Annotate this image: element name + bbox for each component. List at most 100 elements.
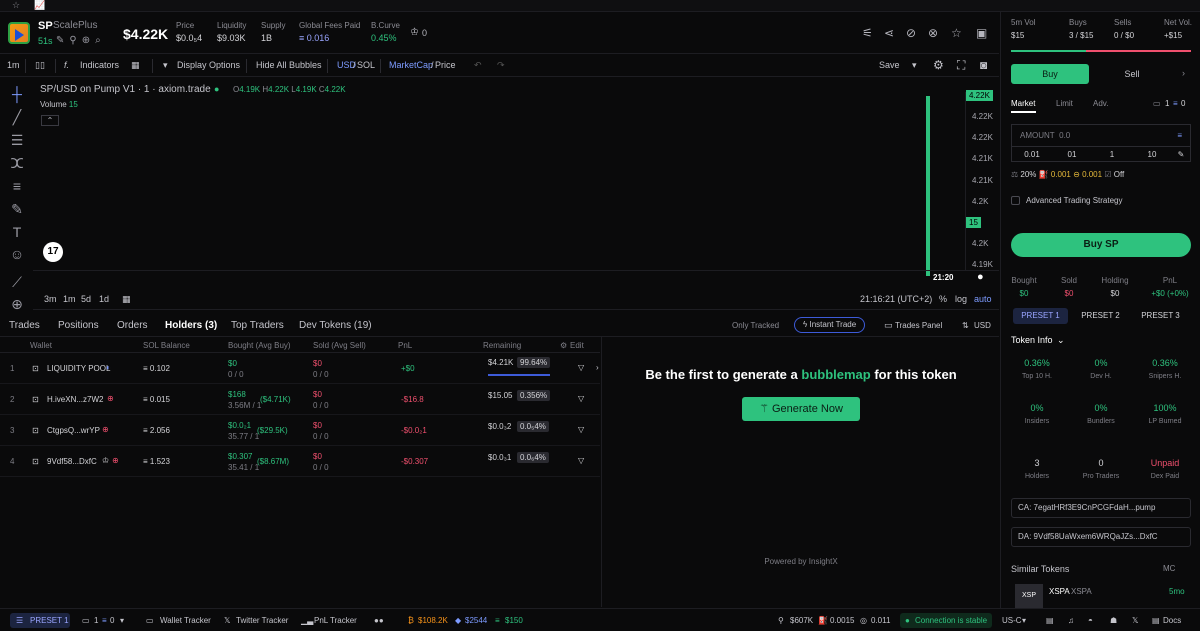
amount-input[interactable]: AMOUNT 0.0 ≡ bbox=[1011, 124, 1191, 146]
mc-sort[interactable]: MC bbox=[1163, 564, 1175, 573]
quick-amount-button[interactable]: 0.01 bbox=[1012, 150, 1052, 159]
hide-icon[interactable]: ⊘ bbox=[906, 26, 916, 40]
tab-trades[interactable]: Trades bbox=[9, 320, 40, 331]
trendline-icon[interactable]: ╱ bbox=[9, 109, 25, 126]
tab-limit[interactable]: Limit bbox=[1056, 99, 1073, 108]
interval-button[interactable]: 1m bbox=[7, 60, 20, 70]
auto-toggle[interactable]: auto bbox=[974, 294, 992, 304]
col-wallet[interactable]: Wallet bbox=[30, 341, 52, 350]
pnl-tracker-button[interactable]: PnL Tracker bbox=[314, 616, 357, 625]
filter-icon[interactable]: ▽ bbox=[578, 425, 584, 434]
swap-icon[interactable]: ⇅ bbox=[962, 321, 969, 330]
x-social-icon[interactable]: 𝕏 bbox=[1132, 616, 1138, 625]
pair-sol-toggle[interactable]: SOL bbox=[357, 60, 375, 70]
wallet-label[interactable]: H.iveXN...z7W2 bbox=[47, 395, 103, 404]
display-options-button[interactable]: Display Options bbox=[177, 60, 240, 70]
settings-dot-icon[interactable]: ● bbox=[977, 271, 984, 283]
instant-trade-button[interactable]: ϟ Instant Trade bbox=[794, 317, 866, 333]
buy-sp-button[interactable]: Buy SP bbox=[1011, 233, 1191, 257]
docs-link[interactable]: Docs bbox=[1163, 616, 1181, 625]
log-toggle[interactable]: log bbox=[955, 294, 967, 304]
wallet-tracker-button[interactable]: Wallet Tracker bbox=[160, 616, 211, 625]
redo-icon[interactable]: ↷ bbox=[497, 60, 505, 71]
crown-icon[interactable]: ♔ bbox=[410, 27, 419, 38]
sell-tab[interactable]: Sell bbox=[1093, 64, 1171, 84]
candle-type-icon[interactable]: ▯▯ bbox=[35, 60, 45, 71]
watchlist-star-icon[interactable]: ☆ bbox=[951, 26, 962, 40]
percent-toggle[interactable]: % bbox=[939, 294, 947, 304]
filter-icon[interactable]: ▽ bbox=[578, 456, 584, 465]
table-row[interactable]: 3 ⊡ CtgpsQ...wrYP ⊕ ≡ 2.056 $0.0₂1 35.77… bbox=[0, 415, 600, 446]
fib-icon[interactable]: ≡ bbox=[9, 178, 25, 194]
price-chart[interactable]: SP/USD on Pump V1 · 1 · axiom.trade ● O4… bbox=[33, 78, 965, 290]
discord-icon[interactable]: ☗ bbox=[1110, 616, 1117, 625]
col-sol-balance[interactable]: SOL Balance bbox=[143, 341, 190, 350]
tab-orders[interactable]: Orders bbox=[117, 320, 148, 331]
tab-adv[interactable]: Adv. bbox=[1093, 99, 1108, 108]
bell-icon[interactable]: ♫ bbox=[1068, 616, 1074, 625]
twitter-tracker-button[interactable]: Twitter Tracker bbox=[236, 616, 288, 625]
text-icon[interactable]: T bbox=[9, 224, 25, 240]
camera-icon[interactable]: ◙ bbox=[980, 58, 987, 72]
quick-amount-button[interactable]: 10 bbox=[1132, 150, 1172, 159]
brush-icon[interactable]: ✎ bbox=[9, 201, 25, 218]
theme-icon[interactable]: ●● bbox=[374, 616, 384, 625]
range-1d[interactable]: 1d bbox=[99, 294, 109, 304]
chevron-down-icon[interactable]: ▾ bbox=[120, 616, 124, 625]
layout-grid-icon[interactable]: ▦ bbox=[131, 60, 140, 71]
token-name[interactable]: ScalePlus bbox=[53, 20, 97, 31]
col-sold[interactable]: Sold (Avg Sell) bbox=[313, 341, 366, 350]
wallet-label[interactable]: 9Vdf58...DxfC bbox=[47, 457, 97, 466]
trade-settings-row[interactable]: ⚖ 20% ⛽ 0.001 ⊖ 0.001 ☑ Off bbox=[1011, 170, 1124, 179]
dev-address[interactable]: DA: 9Vdf58UaWxem6WRQaJZs...DxfC bbox=[1011, 527, 1191, 547]
fullscreen-icon[interactable]: ⛶ bbox=[957, 58, 965, 73]
table-row[interactable]: 1 ⊡ LIQUIDITY POOL ◐ ≡ 0.102 $0 0 / 0 $0… bbox=[0, 353, 600, 384]
edit-pencil-icon[interactable]: ✎ bbox=[1172, 150, 1190, 159]
marketcap-toggle[interactable]: MarketCap bbox=[389, 60, 433, 70]
save-layout-button[interactable]: Save bbox=[879, 60, 900, 70]
buy-tab[interactable]: Buy bbox=[1011, 64, 1089, 84]
preset-1-tab[interactable]: PRESET 1 bbox=[1013, 308, 1068, 324]
expand-panel-icon[interactable]: › bbox=[596, 363, 599, 372]
wallet-icon[interactable]: ▭ bbox=[82, 616, 90, 625]
token-social-icons[interactable]: ✎⚲⊕⌕ bbox=[56, 35, 106, 46]
panel-icon[interactable]: ▤ bbox=[1046, 616, 1054, 625]
chevron-down-icon[interactable]: ⌄ bbox=[1057, 335, 1065, 346]
only-tracked-toggle[interactable]: Only Tracked bbox=[732, 321, 779, 330]
range-3m[interactable]: 3m bbox=[44, 294, 57, 304]
preset-3-tab[interactable]: PRESET 3 bbox=[1133, 308, 1188, 324]
range-1m[interactable]: 1m bbox=[63, 294, 76, 304]
calendar-icon[interactable]: ▦ bbox=[122, 294, 131, 305]
indicators-button[interactable]: Indicators bbox=[80, 60, 119, 70]
filter-icon[interactable]: ▽ bbox=[578, 363, 584, 372]
panel-icon[interactable]: ▭ bbox=[884, 320, 893, 331]
wallet-icon[interactable]: ▭ bbox=[1153, 99, 1161, 108]
crosshair-icon[interactable]: ┼ bbox=[9, 86, 25, 102]
time-axis[interactable]: 21:20 ● bbox=[33, 270, 999, 286]
tab-dev-tokens[interactable]: Dev Tokens (19) bbox=[299, 320, 372, 331]
trades-panel-button[interactable]: Trades Panel bbox=[895, 321, 942, 330]
ruler-icon[interactable]: ⟋ bbox=[9, 274, 25, 291]
usd-toggle[interactable]: USD bbox=[974, 321, 991, 330]
save-icon[interactable]: ▣ bbox=[976, 26, 987, 40]
generate-now-button[interactable]: ⚚ Generate Now bbox=[742, 397, 860, 421]
chevron-right-icon[interactable]: › bbox=[1182, 68, 1185, 78]
share-icon[interactable]: ⋖ bbox=[884, 26, 894, 40]
filter-icon[interactable]: ▽ bbox=[578, 394, 584, 403]
palette-icon[interactable]: ◓ bbox=[1088, 616, 1093, 625]
price-toggle[interactable]: Price bbox=[435, 60, 456, 70]
chevron-down-icon[interactable]: ▾ bbox=[1022, 616, 1026, 625]
tradingview-logo[interactable]: 17 bbox=[43, 242, 63, 262]
edit-icon[interactable]: ⚙ bbox=[560, 341, 567, 350]
tab-market[interactable]: Market bbox=[1011, 99, 1035, 108]
indicators-icon[interactable]: f. bbox=[64, 60, 69, 70]
quick-amount-button[interactable]: 1 bbox=[1092, 150, 1132, 159]
undo-icon[interactable]: ↶ bbox=[474, 60, 482, 71]
settings-icon[interactable]: ⚟ bbox=[862, 26, 873, 40]
adv-strategy-checkbox[interactable] bbox=[1011, 196, 1020, 205]
price-axis[interactable]: 4.22K 4.22K 4.22K 4.21K 4.21K 4.2K 15 4.… bbox=[965, 90, 999, 270]
similar-tokens-heading[interactable]: Similar Tokens bbox=[1011, 564, 1069, 574]
emoji-icon[interactable]: ☺ bbox=[9, 246, 25, 262]
contract-address[interactable]: CA: 7egatHRf3E9CnPCGFdaH...pump bbox=[1011, 498, 1191, 518]
tab-positions[interactable]: Positions bbox=[58, 320, 99, 331]
